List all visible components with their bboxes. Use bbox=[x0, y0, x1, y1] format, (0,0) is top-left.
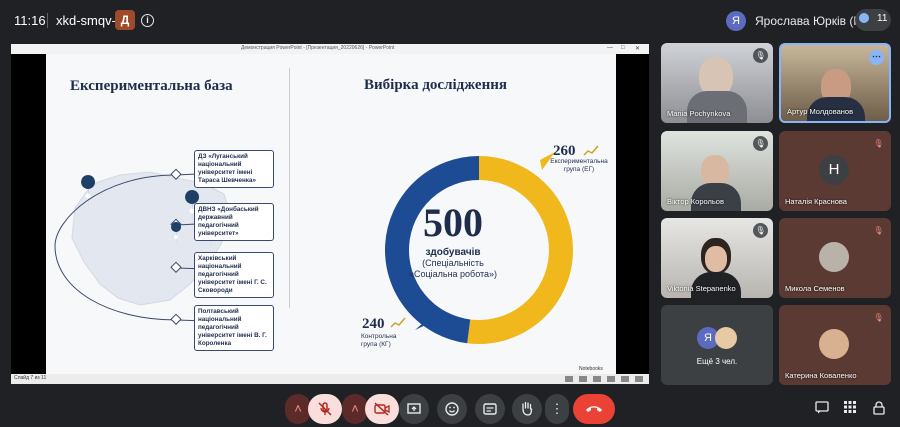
participant-video bbox=[705, 246, 727, 272]
avatar bbox=[819, 329, 849, 359]
connector-diamond bbox=[170, 313, 182, 325]
right-heading: Вибірка дослідження bbox=[364, 77, 507, 93]
chat-icon[interactable] bbox=[815, 401, 829, 415]
participant-name: Viktoriia Stepanenko bbox=[667, 284, 736, 293]
end-call-button[interactable] bbox=[573, 394, 615, 424]
mic-off-button[interactable] bbox=[308, 394, 342, 424]
participant-name: Микола Семенов bbox=[785, 284, 845, 293]
eg-label: Експериментальна група (ЕГ) bbox=[550, 158, 608, 173]
mic-off-icon: 🎙 bbox=[753, 223, 768, 238]
growth-chart-icon bbox=[583, 145, 599, 156]
kg-label-line: Контрольна bbox=[361, 333, 397, 340]
more-options-icon[interactable]: ⋯ bbox=[869, 50, 884, 65]
participant-tile[interactable]: 🎙 Mariia Pochynkova bbox=[661, 43, 773, 123]
mic-off-icon: 🎙 bbox=[873, 226, 884, 235]
total-caption: здобувачів (Спеціальність «Соціальна роб… bbox=[378, 247, 528, 280]
captions-icon bbox=[483, 403, 497, 415]
kg-label-line: група (КГ) bbox=[361, 341, 391, 348]
avatar bbox=[715, 327, 737, 349]
raise-hand-icon bbox=[522, 401, 533, 416]
overflow-label: Ещё 3 чел. bbox=[696, 357, 738, 366]
microphone-off-icon bbox=[318, 402, 332, 416]
specialty-line: (Спеціальність bbox=[422, 258, 484, 268]
participant-name: Катерина Коваленко bbox=[785, 371, 857, 380]
end-call-icon bbox=[586, 406, 602, 412]
total-label: здобувачів bbox=[425, 247, 481, 258]
present-button[interactable] bbox=[399, 394, 429, 424]
kg-number: 240 bbox=[362, 316, 385, 332]
participant-tile-overflow[interactable]: Я Ещё 3 чел. bbox=[661, 305, 773, 385]
university-card: Харківський національний педагогічний ун… bbox=[194, 252, 274, 298]
total-number: 500 bbox=[423, 200, 483, 245]
notebooks-logo: Notebooks bbox=[579, 366, 603, 372]
participant-name: Mariia Pochynkova bbox=[667, 109, 731, 118]
participant-tile[interactable]: 🎙 Viktoriia Stepanenko bbox=[661, 218, 773, 298]
mic-off-icon: 🎙 bbox=[873, 139, 884, 148]
participant-name: Віктор Корольов bbox=[667, 197, 724, 206]
mic-off-icon: 🎙 bbox=[753, 136, 768, 151]
avatar: Н bbox=[819, 155, 849, 185]
more-options-button[interactable]: ⋮ bbox=[545, 394, 569, 424]
participant-video bbox=[687, 91, 747, 123]
activities-icon[interactable] bbox=[843, 401, 857, 415]
emoji-button[interactable] bbox=[437, 394, 467, 424]
participant-name: Артур Молдованов bbox=[787, 107, 854, 116]
specialty-line: «Соціальна робота») bbox=[408, 269, 498, 279]
camera-off-icon bbox=[374, 402, 390, 416]
growth-chart-icon bbox=[390, 317, 406, 328]
slide-divider bbox=[289, 68, 290, 308]
avatar bbox=[819, 242, 849, 272]
raise-hand-button[interactable] bbox=[512, 394, 542, 424]
left-heading: Експериментальна база bbox=[70, 78, 233, 94]
participant-tile[interactable]: Н 🎙 Наталія Краснова bbox=[779, 131, 891, 211]
participant-name: Наталія Краснова bbox=[785, 197, 847, 206]
kg-label: Контрольна група (КГ) bbox=[361, 333, 396, 349]
university-card: ДЗ «Луганський національний університет … bbox=[194, 150, 274, 188]
university-card: ДВНЗ «Донбаський державний педагогічний … bbox=[194, 203, 274, 241]
emoji-icon bbox=[445, 402, 459, 416]
participant-tile-active[interactable]: ⋯ Артур Молдованов bbox=[779, 43, 891, 123]
participant-tile[interactable]: 🎙 Віктор Корольов bbox=[661, 131, 773, 211]
mic-off-icon: 🎙 bbox=[873, 313, 884, 322]
camera-off-button[interactable] bbox=[365, 394, 399, 424]
participant-tile[interactable]: 🎙 Микола Семенов bbox=[779, 218, 891, 298]
captions-button[interactable] bbox=[475, 394, 505, 424]
university-card: Полтавський національний педагогічний ун… bbox=[194, 305, 274, 351]
host-controls-icon[interactable] bbox=[872, 401, 886, 415]
mic-off-icon: 🎙 bbox=[753, 48, 768, 63]
present-icon bbox=[407, 403, 421, 414]
participant-tile[interactable]: 🎙 Катерина Коваленко bbox=[779, 305, 891, 385]
